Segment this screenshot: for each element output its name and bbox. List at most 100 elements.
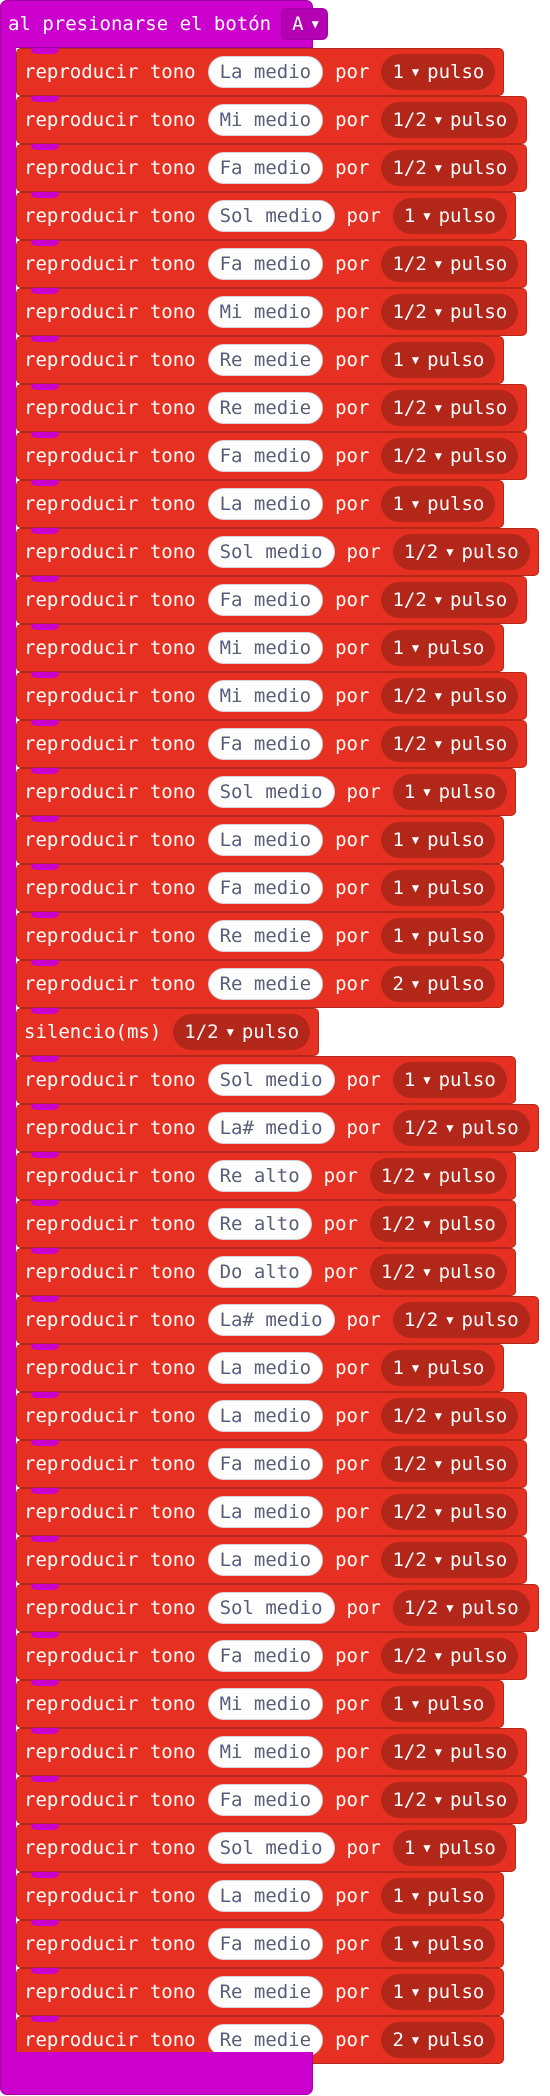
note-input[interactable]: Sol medio	[207, 536, 335, 568]
beats-dropdown[interactable]: 1/2 ▼ pulso	[370, 1158, 507, 1194]
note-input[interactable]: Sol medio	[207, 1832, 335, 1864]
beats-dropdown[interactable]: 1/2 ▼ pulso	[381, 1782, 519, 1818]
beats-dropdown[interactable]: 1/2 ▼ pulso	[392, 534, 530, 570]
note-input[interactable]: La medio	[207, 1496, 324, 1528]
beats-dropdown[interactable]: 1/2 ▼ pulso	[381, 1638, 519, 1674]
note-input[interactable]: La medio	[207, 1880, 324, 1912]
play-tone-block[interactable]: reproducir tono La medio por 1 ▼ pulso	[16, 480, 505, 528]
play-tone-block[interactable]: reproducir tono Re alto por 1/2 ▼ pulso	[16, 1152, 516, 1200]
play-tone-block[interactable]: reproducir tono Mi medio por 1/2 ▼ pulso	[16, 672, 528, 720]
beats-dropdown[interactable]: 1/2 ▼ pulso	[381, 438, 519, 474]
play-tone-block[interactable]: reproducir tono Re medie por 2 ▼ pulso	[16, 960, 505, 1008]
beats-dropdown[interactable]: 1 ▼ pulso	[381, 54, 496, 90]
beats-dropdown[interactable]: 2 ▼ pulso	[381, 2022, 496, 2058]
note-input[interactable]: Fa medio	[207, 728, 324, 760]
beats-dropdown[interactable]: 1 ▼ pulso	[392, 198, 507, 234]
beats-dropdown[interactable]: 1/2 ▼ pulso	[392, 1110, 530, 1146]
note-input[interactable]: Fa medio	[207, 440, 324, 472]
beats-dropdown[interactable]: 1/2 ▼ pulso	[381, 246, 519, 282]
beats-dropdown[interactable]: 1/2 ▼ pulso	[381, 294, 519, 330]
beats-dropdown[interactable]: 1 ▼ pulso	[381, 630, 496, 666]
note-input[interactable]: La# medio	[207, 1112, 335, 1144]
beats-dropdown[interactable]: 1/2 ▼ pulso	[381, 1398, 519, 1434]
note-input[interactable]: Sol medio	[207, 1592, 335, 1624]
beats-dropdown[interactable]: 1/2 ▼ pulso	[392, 1302, 530, 1338]
beats-dropdown[interactable]: 1 ▼ pulso	[381, 1878, 496, 1914]
play-tone-block[interactable]: reproducir tono Sol medio por 1 ▼ pulso	[16, 1056, 516, 1104]
note-input[interactable]: Do alto	[207, 1256, 312, 1288]
note-input[interactable]: Fa medio	[207, 248, 324, 280]
note-input[interactable]: Sol medio	[207, 776, 335, 808]
beats-dropdown[interactable]: 1 ▼ pulso	[381, 1926, 496, 1962]
play-tone-block[interactable]: reproducir tono La medio por 1 ▼ pulso	[16, 1872, 505, 1920]
play-tone-block[interactable]: reproducir tono Re medie por 1 ▼ pulso	[16, 336, 505, 384]
beats-dropdown[interactable]: 1/2 ▼ pulso	[381, 678, 519, 714]
play-tone-block[interactable]: reproducir tono Fa medio por 1/2 ▼ pulso	[16, 144, 528, 192]
play-tone-block[interactable]: reproducir tono Mi medio por 1/2 ▼ pulso	[16, 288, 528, 336]
play-tone-block[interactable]: reproducir tono La medio por 1 ▼ pulso	[16, 48, 505, 96]
beats-dropdown[interactable]: 1/2 ▼ pulso	[381, 1542, 519, 1578]
beats-dropdown[interactable]: 2 ▼ pulso	[381, 966, 496, 1002]
play-tone-block[interactable]: reproducir tono Sol medio por 1 ▼ pulso	[16, 192, 516, 240]
note-input[interactable]: Mi medio	[207, 104, 324, 136]
beats-dropdown[interactable]: 1 ▼ pulso	[381, 486, 496, 522]
note-input[interactable]: Re medie	[207, 920, 324, 952]
play-tone-block[interactable]: reproducir tono Sol medio por 1 ▼ pulso	[16, 1824, 516, 1872]
beats-dropdown[interactable]: 1/2 ▼ pulso	[381, 582, 519, 618]
play-tone-block[interactable]: reproducir tono Mi medio por 1 ▼ pulso	[16, 624, 505, 672]
beats-dropdown[interactable]: 1 ▼ pulso	[381, 822, 496, 858]
play-tone-block[interactable]: reproducir tono Mi medio por 1 ▼ pulso	[16, 1680, 505, 1728]
beats-dropdown[interactable]: 1/2 ▼ pulso	[370, 1254, 507, 1290]
beats-dropdown[interactable]: 1 ▼ pulso	[381, 1686, 496, 1722]
play-tone-block[interactable]: reproducir tono La# medio por 1/2 ▼ puls…	[16, 1104, 539, 1152]
beats-dropdown[interactable]: 1 ▼ pulso	[381, 342, 496, 378]
beats-dropdown[interactable]: 1/2 ▼ pulso	[381, 726, 519, 762]
play-tone-block[interactable]: reproducir tono Fa medio por 1/2 ▼ pulso	[16, 432, 528, 480]
note-input[interactable]: Re medie	[207, 344, 324, 376]
beats-dropdown[interactable]: 1 ▼ pulso	[381, 1974, 496, 2010]
play-tone-block[interactable]: reproducir tono Fa medio por 1 ▼ pulso	[16, 1920, 505, 1968]
play-tone-block[interactable]: reproducir tono Do alto por 1/2 ▼ pulso	[16, 1248, 516, 1296]
play-tone-block[interactable]: reproducir tono Fa medio por 1/2 ▼ pulso	[16, 576, 528, 624]
note-input[interactable]: Mi medio	[207, 1688, 324, 1720]
note-input[interactable]: Fa medio	[207, 584, 324, 616]
beats-dropdown[interactable]: 1/2 ▼ pulso	[381, 1446, 519, 1482]
note-input[interactable]: La medio	[207, 488, 324, 520]
play-tone-block[interactable]: reproducir tono Re medie por 1 ▼ pulso	[16, 1968, 505, 2016]
beats-dropdown[interactable]: 1/2 ▼ pulso	[381, 150, 519, 186]
beats-dropdown[interactable]: 1/2 ▼ pulso	[381, 390, 519, 426]
note-input[interactable]: Sol medio	[207, 1064, 335, 1096]
note-input[interactable]: La medio	[207, 1352, 324, 1384]
note-input[interactable]: La# medio	[207, 1304, 335, 1336]
play-tone-block[interactable]: reproducir tono Sol medio por 1 ▼ pulso	[16, 768, 516, 816]
play-tone-block[interactable]: reproducir tono Re medie por 1/2 ▼ pulso	[16, 384, 528, 432]
note-input[interactable]: La medio	[207, 56, 324, 88]
note-input[interactable]: Mi medio	[207, 1736, 324, 1768]
beats-dropdown[interactable]: 1/2 ▼ pulso	[392, 1590, 530, 1626]
beats-dropdown[interactable]: 1/2 ▼ pulso	[381, 1734, 519, 1770]
play-tone-block[interactable]: reproducir tono La medio por 1/2 ▼ pulso	[16, 1488, 528, 1536]
note-input[interactable]: Re medie	[207, 1976, 324, 2008]
beats-dropdown[interactable]: 1 ▼ pulso	[392, 1062, 507, 1098]
note-input[interactable]: Fa medio	[207, 1928, 324, 1960]
play-tone-block[interactable]: reproducir tono La# medio por 1/2 ▼ puls…	[16, 1296, 539, 1344]
note-input[interactable]: Fa medio	[207, 1640, 324, 1672]
note-input[interactable]: La medio	[207, 1400, 324, 1432]
play-tone-block[interactable]: reproducir tono Sol medio por 1/2 ▼ puls…	[16, 528, 539, 576]
play-tone-block[interactable]: reproducir tono Fa medio por 1/2 ▼ pulso	[16, 720, 528, 768]
note-input[interactable]: Mi medio	[207, 296, 324, 328]
note-input[interactable]: Re medie	[207, 392, 324, 424]
beats-dropdown[interactable]: 1/2 ▼ pulso	[370, 1206, 507, 1242]
play-tone-block[interactable]: reproducir tono Fa medio por 1/2 ▼ pulso	[16, 1776, 528, 1824]
play-tone-block[interactable]: reproducir tono La medio por 1/2 ▼ pulso	[16, 1392, 528, 1440]
play-tone-block[interactable]: reproducir tono Fa medio por 1/2 ▼ pulso	[16, 1440, 528, 1488]
play-tone-block[interactable]: reproducir tono La medio por 1 ▼ pulso	[16, 1344, 505, 1392]
note-input[interactable]: Re medie	[207, 968, 324, 1000]
play-tone-block[interactable]: reproducir tono Fa medio por 1/2 ▼ pulso	[16, 1632, 528, 1680]
note-input[interactable]: Sol medio	[207, 200, 335, 232]
beats-dropdown[interactable]: 1 ▼ pulso	[392, 1830, 507, 1866]
note-input[interactable]: Mi medio	[207, 632, 324, 664]
note-input[interactable]: Fa medio	[207, 152, 324, 184]
play-tone-block[interactable]: reproducir tono Mi medio por 1/2 ▼ pulso	[16, 96, 528, 144]
play-tone-block[interactable]: reproducir tono Sol medio por 1/2 ▼ puls…	[16, 1584, 539, 1632]
